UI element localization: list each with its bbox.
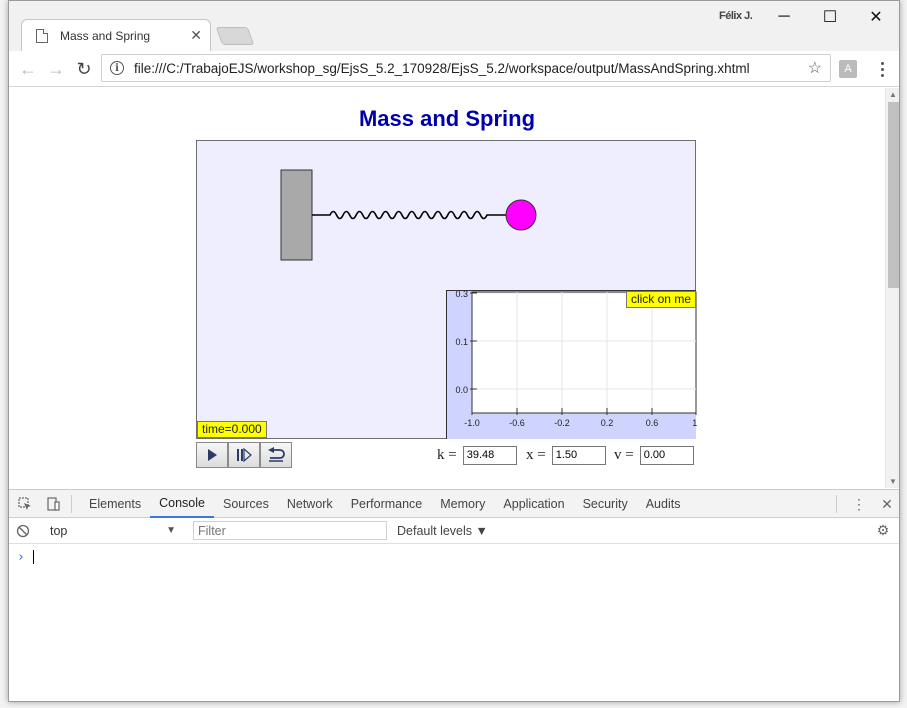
- browser-menu-icon[interactable]: [875, 57, 889, 81]
- address-bar[interactable]: i file:///C:/TrabajoEJS/workshop_sg/EjsS…: [101, 54, 831, 82]
- x-param: x =: [526, 444, 606, 466]
- x-input[interactable]: [551, 445, 606, 465]
- devtools-tabbar: Elements Console Sources Network Performance…: [9, 490, 899, 518]
- y-tick-label: 0.1: [455, 337, 468, 347]
- context-value: top: [50, 523, 68, 538]
- time-label: time=0.000: [197, 421, 267, 438]
- back-button[interactable]: ←: [15, 56, 41, 82]
- page-title: Mass and Spring: [358, 106, 536, 131]
- click-on-me-label[interactable]: click on me: [625, 291, 696, 308]
- bookmark-star-icon[interactable]: ☆: [808, 58, 822, 78]
- console-filter-input[interactable]: [193, 521, 387, 540]
- control-buttons: [196, 442, 292, 468]
- devtools-tab-console[interactable]: Console: [150, 490, 214, 518]
- browser-tab[interactable]: Mass and Spring ✕: [21, 19, 211, 51]
- scroll-down-icon[interactable]: ▼: [889, 477, 897, 486]
- devtools-panel: Elements Console Sources Network Performance…: [9, 489, 899, 701]
- console-toolbar: top ▼ Default levels ▼ ⚙: [9, 517, 899, 545]
- x-tick-label: -0.6: [509, 418, 525, 428]
- k-param: k =: [437, 444, 517, 466]
- reset-icon: [268, 447, 285, 462]
- console-input[interactable]: [33, 550, 34, 564]
- browser-window: Mass and Spring ✕ Félix J. ─ ☐ ✕ ← → ↻ i…: [8, 0, 900, 702]
- v-param: v =: [614, 444, 694, 466]
- extension-icon[interactable]: A: [839, 60, 857, 78]
- tab-strip: Mass and Spring ✕ Félix J. ─ ☐ ✕: [9, 1, 899, 51]
- wall-block: [280, 169, 313, 261]
- spring: [312, 210, 506, 220]
- phase-plot[interactable]: -1.0 -0.6 -0.2 0.2 0.6 1. 0.3 0.1 0.0 click on m…: [446, 290, 697, 439]
- browser-toolbar: ← → ↻ i file:///C:/TrabajoEJS/workshop_s…: [9, 51, 899, 87]
- context-dropdown-icon: ▼: [166, 525, 176, 536]
- play-button[interactable]: [196, 442, 228, 468]
- devtools-divider: [71, 494, 72, 513]
- x-tick-label: 0.2: [601, 418, 614, 428]
- devtools-menu-icon[interactable]: ⋮: [845, 490, 873, 518]
- close-window-button[interactable]: ✕: [853, 3, 899, 31]
- page-icon: [36, 28, 48, 43]
- devtools-tab-security[interactable]: Security: [574, 490, 637, 518]
- context-selector[interactable]: top ▼: [41, 521, 181, 541]
- inspect-element-icon[interactable]: [11, 490, 39, 518]
- mass-ball[interactable]: [505, 199, 537, 231]
- devtools-tab-sources[interactable]: Sources: [214, 490, 278, 518]
- page-scrollbar[interactable]: ▲ ▼: [885, 88, 899, 488]
- reload-button[interactable]: ↻: [71, 56, 97, 82]
- devtools-tab-network[interactable]: Network: [278, 490, 342, 518]
- scrollbar-thumb[interactable]: [888, 102, 899, 288]
- log-levels-dropdown[interactable]: Default levels ▼: [397, 524, 488, 538]
- devtools-tab-list: Elements Console Sources Network Performance…: [80, 490, 689, 518]
- forward-button[interactable]: →: [43, 56, 69, 82]
- step-button[interactable]: [228, 442, 260, 468]
- devtools-tab-performance[interactable]: Performance: [342, 490, 432, 518]
- maximize-button[interactable]: ☐: [807, 3, 853, 31]
- k-input[interactable]: [462, 445, 517, 465]
- drawing-panel[interactable]: -1.0 -0.6 -0.2 0.2 0.6 1. 0.3 0.1 0.0 click on m…: [196, 140, 697, 439]
- device-toolbar-icon[interactable]: [39, 490, 67, 518]
- v-label: v =: [614, 446, 634, 463]
- devtools-divider: [836, 495, 837, 513]
- tab-title: Mass and Spring: [60, 28, 151, 43]
- page-viewport: Mass and Spring -1.0 -0.6 -0.2 0.2 0.6 1. 0.3 0…: [9, 88, 885, 488]
- x-tick-label: 0.6: [646, 418, 659, 428]
- k-label: k =: [437, 446, 457, 463]
- v-input[interactable]: [639, 445, 694, 465]
- clear-console-icon[interactable]: [9, 517, 37, 545]
- devtools-tab-audits[interactable]: Audits: [637, 490, 690, 518]
- console-prompt-icon: ›: [17, 550, 25, 565]
- y-tick-label: 0.3: [455, 291, 468, 299]
- devtools-tab-memory[interactable]: Memory: [431, 490, 494, 518]
- minimize-button[interactable]: ─: [761, 3, 807, 31]
- devtools-close-icon[interactable]: ✕: [873, 490, 899, 518]
- x-tick-label: -0.2: [554, 418, 570, 428]
- step-icon: [237, 448, 252, 462]
- devtools-tab-elements[interactable]: Elements: [80, 490, 150, 518]
- plot-axes: -1.0 -0.6 -0.2 0.2 0.6 1. 0.3 0.1 0.0: [455, 291, 697, 428]
- scroll-up-icon[interactable]: ▲: [889, 90, 897, 99]
- url-text[interactable]: file:///C:/TrabajoEJS/workshop_sg/EjsS_5…: [134, 61, 808, 76]
- new-tab-button[interactable]: [215, 27, 255, 45]
- devtools-tab-application[interactable]: Application: [494, 490, 573, 518]
- reset-button[interactable]: [260, 442, 292, 468]
- x-tick-label: 1.: [692, 418, 697, 428]
- console-settings-icon[interactable]: ⚙: [869, 517, 897, 545]
- devtools-right-controls: ⋮ ✕: [832, 490, 899, 518]
- y-tick-label: 0.0: [455, 385, 468, 395]
- x-label: x =: [526, 446, 546, 463]
- x-tick-label: -1.0: [464, 418, 480, 428]
- play-icon: [208, 449, 217, 461]
- profile-name[interactable]: Félix J.: [719, 10, 753, 22]
- plot-area: [471, 291, 697, 414]
- tab-close-icon[interactable]: ✕: [190, 27, 202, 44]
- info-icon[interactable]: i: [110, 61, 124, 75]
